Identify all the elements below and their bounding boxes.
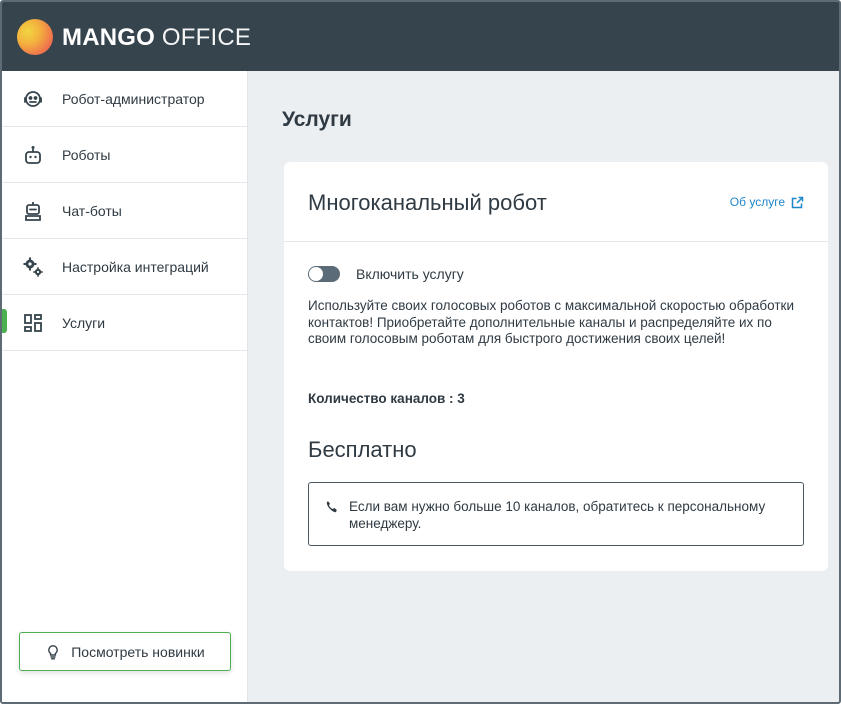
manager-note-text: Если вам нужно больше 10 каналов, обрати…	[349, 499, 766, 531]
sidebar-item-services[interactable]: Услуги	[2, 295, 247, 351]
brand-logo-text[interactable]: MANGO OFFICE	[62, 24, 251, 52]
view-news-label: Посмотреть новинки	[71, 643, 205, 660]
logo-light-part: OFFICE	[155, 24, 252, 51]
about-service-label: Об услуге	[729, 195, 785, 209]
sidebar-item-integrations[interactable]: Настройка интеграций	[2, 239, 247, 295]
sidebar-item-label: Настройка интеграций	[62, 258, 209, 275]
robot-admin-icon	[22, 88, 44, 110]
sidebar-item-label: Робот-администратор	[62, 90, 205, 107]
view-news-button[interactable]: Посмотреть новинки	[19, 632, 231, 671]
external-link-icon	[791, 196, 804, 209]
logo-bold-part: MANGO	[62, 24, 155, 51]
services-grid-icon	[22, 312, 44, 334]
about-service-link[interactable]: Об услуге	[730, 195, 804, 209]
phone-icon	[325, 500, 339, 514]
sidebar-item-robot-admin[interactable]: Робот-администратор	[2, 71, 247, 127]
manager-note: Если вам нужно больше 10 каналов, обрати…	[308, 482, 804, 546]
mango-logo-icon[interactable]	[17, 19, 53, 55]
sidebar: Робот-администратор Роботы Чат-боты Наст…	[2, 71, 248, 702]
enable-service-label: Включить услугу	[356, 266, 464, 282]
robot-icon	[22, 144, 44, 166]
service-description: Используйте своих голосовых роботов с ма…	[308, 298, 795, 346]
sidebar-item-chatbots[interactable]: Чат-боты	[2, 183, 247, 239]
channels-count: Количество каналов : 3	[308, 391, 465, 406]
page-title: Услуги	[282, 108, 352, 131]
sidebar-item-robots[interactable]: Роботы	[2, 127, 247, 183]
card-header: Многоканальный робот Об услуге	[284, 162, 828, 242]
gears-icon	[22, 256, 44, 278]
sidebar-item-label: Чат-боты	[62, 202, 122, 219]
service-card: Многоканальный робот Об услуге Включить …	[284, 162, 828, 571]
sidebar-item-label: Услуги	[62, 314, 106, 331]
enable-service-row: Включить услугу	[308, 266, 464, 282]
sidebar-item-label: Роботы	[62, 146, 111, 163]
top-header: MANGO OFFICE	[2, 2, 839, 71]
toggle-knob	[309, 267, 323, 281]
lightbulb-icon	[45, 644, 61, 660]
service-title: Многоканальный робот	[308, 190, 547, 215]
service-price: Бесплатно	[308, 437, 417, 462]
app-window: MANGO OFFICE Робот-администратор Роботы …	[0, 0, 841, 704]
enable-service-toggle[interactable]	[308, 266, 340, 282]
chatbot-icon	[22, 200, 44, 222]
